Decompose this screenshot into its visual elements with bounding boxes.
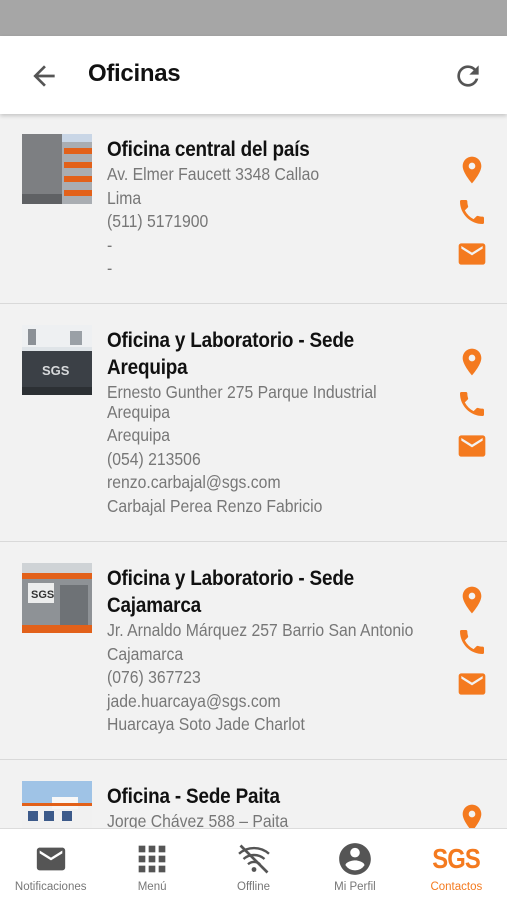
- nav-item-contactos[interactable]: SGS Contactos: [406, 829, 507, 900]
- office-city: Lima: [107, 187, 142, 208]
- office-phone: (054) 213506: [107, 448, 201, 469]
- email-icon[interactable]: [456, 430, 488, 462]
- phone-icon[interactable]: [456, 196, 488, 228]
- nav-label: Menú: [137, 881, 167, 893]
- office-photo: [22, 781, 92, 828]
- office-address: Jorge Chávez 588 – Paita: [107, 811, 289, 828]
- office-card[interactable]: Oficina central del país Av. Elmer Fauce…: [0, 114, 507, 304]
- svg-text:SGS: SGS: [31, 589, 54, 601]
- office-email: renzo.carbajal@sgs.com: [107, 472, 281, 492]
- office-name: Oficina central del país: [107, 138, 310, 161]
- office-phone: (076) 367723: [107, 667, 201, 687]
- office-photo: SGS: [22, 563, 92, 633]
- office-contact: Huarcaya Soto Jade Charlot: [107, 714, 305, 734]
- nav-label: Contactos: [430, 881, 483, 893]
- office-photo: [22, 134, 92, 204]
- phone-icon[interactable]: [456, 626, 488, 658]
- email-icon[interactable]: [456, 668, 488, 700]
- office-city: Cajamarca: [107, 643, 184, 664]
- office-address: Jr. Arnaldo Márquez 257 Barrio San Anton…: [107, 620, 414, 640]
- office-name-line2: Arequipa: [107, 356, 188, 379]
- nav-label: Mi Perfil: [334, 881, 376, 893]
- nav-label: Notificaciones: [14, 881, 87, 893]
- sgs-logo-text: SGS: [432, 843, 481, 874]
- office-card[interactable]: SGS Oficina y Laboratorio - Sede Cajamar…: [0, 542, 507, 760]
- refresh-icon[interactable]: [452, 60, 484, 92]
- location-pin-icon[interactable]: [456, 802, 488, 828]
- page-title: Oficinas: [88, 60, 181, 87]
- location-pin-icon[interactable]: [456, 584, 488, 616]
- office-card[interactable]: SGS Oficina y Laboratorio - Sede Arequip…: [0, 304, 507, 542]
- office-address: Av. Elmer Faucett 3348 Callao: [107, 164, 320, 184]
- location-pin-icon[interactable]: [456, 154, 488, 186]
- mail-icon: [36, 847, 65, 871]
- office-photo: SGS: [22, 325, 92, 395]
- nav-item-offline[interactable]: Offline: [203, 829, 304, 900]
- office-contact: Carbajal Perea Renzo Fabricio: [107, 495, 323, 516]
- office-name: Oficina - Sede Paita: [107, 785, 280, 808]
- bottom-navigation: Notificaciones Menú Offline Mi Perfil SG…: [0, 828, 507, 900]
- location-pin-icon[interactable]: [456, 346, 488, 378]
- office-city: Arequipa: [107, 425, 171, 445]
- sgs-logo: SGS: [432, 841, 481, 877]
- nav-item-mi-perfil[interactable]: Mi Perfil: [304, 829, 405, 900]
- wifi-off-icon: [237, 844, 270, 874]
- nav-item-notificaciones[interactable]: Notificaciones: [0, 829, 101, 900]
- app-bar: Oficinas: [0, 36, 507, 114]
- phone-icon[interactable]: [456, 388, 488, 420]
- office-name: Oficina y Laboratorio - Sede: [107, 567, 355, 590]
- office-phone: (511) 5171900: [107, 211, 209, 231]
- back-arrow-icon[interactable]: [28, 60, 60, 92]
- nav-item-menu[interactable]: Menú: [101, 829, 202, 900]
- svg-text:SGS: SGS: [42, 363, 70, 378]
- office-email: -: [107, 234, 113, 255]
- office-list[interactable]: Oficina central del país Av. Elmer Fauce…: [0, 114, 507, 828]
- office-card[interactable]: Oficina - Sede Paita Jorge Chávez 588 – …: [0, 760, 507, 828]
- grid-icon: [138, 845, 166, 873]
- status-bar: [0, 0, 507, 36]
- email-icon[interactable]: [456, 238, 488, 270]
- office-name-line2: Cajamarca: [107, 594, 202, 617]
- account-icon: [339, 843, 371, 875]
- office-contact: -: [107, 258, 113, 278]
- office-address-line2: Arequipa: [107, 401, 171, 422]
- nav-label: Offline: [237, 881, 271, 893]
- office-name: Oficina y Laboratorio - Sede: [107, 329, 355, 352]
- office-email: jade.huarcaya@sgs.com: [107, 690, 281, 711]
